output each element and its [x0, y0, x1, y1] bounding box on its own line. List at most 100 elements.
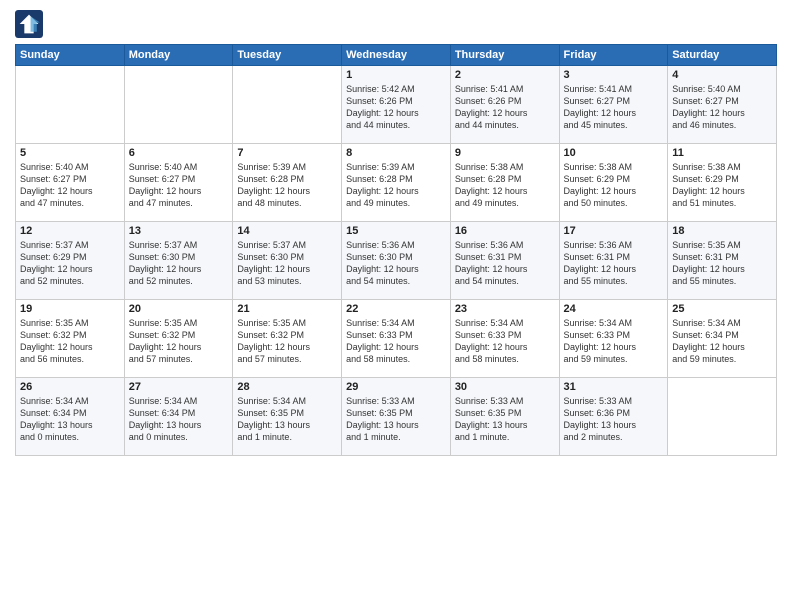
day-number: 6	[129, 147, 229, 159]
calendar-day-cell	[16, 66, 125, 144]
day-info: Sunrise: 5:37 AM Sunset: 6:30 PM Dayligh…	[237, 239, 337, 288]
day-number: 18	[672, 225, 772, 237]
weekday-header-cell: Tuesday	[233, 45, 342, 66]
day-info: Sunrise: 5:38 AM Sunset: 6:29 PM Dayligh…	[564, 161, 664, 210]
day-info: Sunrise: 5:33 AM Sunset: 6:36 PM Dayligh…	[564, 395, 664, 444]
day-info: Sunrise: 5:37 AM Sunset: 6:30 PM Dayligh…	[129, 239, 229, 288]
day-number: 26	[20, 381, 120, 393]
calendar-day-cell: 6 Sunrise: 5:40 AM Sunset: 6:27 PM Daylig…	[124, 144, 233, 222]
day-number: 30	[455, 381, 555, 393]
day-info: Sunrise: 5:34 AM Sunset: 6:33 PM Dayligh…	[346, 317, 446, 366]
calendar-day-cell: 7 Sunrise: 5:39 AM Sunset: 6:28 PM Daylig…	[233, 144, 342, 222]
calendar-day-cell: 5Sunrise: 5:40 AM Sunset: 6:27 PM Daylig…	[16, 144, 125, 222]
calendar-day-cell: 16 Sunrise: 5:36 AM Sunset: 6:31 PM Dayli…	[450, 222, 559, 300]
day-number: 21	[237, 303, 337, 315]
day-info: Sunrise: 5:35 AM Sunset: 6:32 PM Dayligh…	[20, 317, 120, 366]
day-info: Sunrise: 5:34 AM Sunset: 6:34 PM Dayligh…	[672, 317, 772, 366]
calendar-body: 1 Sunrise: 5:42 AM Sunset: 6:26 PM Daylig…	[16, 66, 777, 456]
day-number: 15	[346, 225, 446, 237]
calendar-day-cell: 8Sunrise: 5:39 AM Sunset: 6:28 PM Daylig…	[342, 144, 451, 222]
calendar-day-cell: 12 Sunrise: 5:37 AM Sunset: 6:29 PM Dayli…	[16, 222, 125, 300]
day-info: Sunrise: 5:39 AM Sunset: 6:28 PM Dayligh…	[237, 161, 337, 210]
day-number: 17	[564, 225, 664, 237]
day-info: Sunrise: 5:36 AM Sunset: 6:30 PM Dayligh…	[346, 239, 446, 288]
weekday-header-cell: Sunday	[16, 45, 125, 66]
day-info: Sunrise: 5:42 AM Sunset: 6:26 PM Dayligh…	[346, 83, 446, 132]
calendar-day-cell: 19 Sunrise: 5:35 AM Sunset: 6:32 PM Dayli…	[16, 300, 125, 378]
day-info: Sunrise: 5:34 AM Sunset: 6:35 PM Dayligh…	[237, 395, 337, 444]
day-number: 1	[346, 69, 446, 81]
day-info: Sunrise: 5:37 AM Sunset: 6:29 PM Dayligh…	[20, 239, 120, 288]
calendar-day-cell: 24 Sunrise: 5:34 AM Sunset: 6:33 PM Dayli…	[559, 300, 668, 378]
day-info: Sunrise: 5:34 AM Sunset: 6:34 PM Dayligh…	[20, 395, 120, 444]
logo	[15, 10, 47, 38]
day-number: 7	[237, 147, 337, 159]
calendar-day-cell: 18 Sunrise: 5:35 AM Sunset: 6:31 PM Dayli…	[668, 222, 777, 300]
calendar-day-cell: 1 Sunrise: 5:42 AM Sunset: 6:26 PM Daylig…	[342, 66, 451, 144]
calendar-day-cell: 21 Sunrise: 5:35 AM Sunset: 6:32 PM Dayli…	[233, 300, 342, 378]
calendar-day-cell: 23 Sunrise: 5:34 AM Sunset: 6:33 PM Dayli…	[450, 300, 559, 378]
calendar-day-cell: 10 Sunrise: 5:38 AM Sunset: 6:29 PM Dayli…	[559, 144, 668, 222]
calendar-day-cell: 4 Sunrise: 5:40 AM Sunset: 6:27 PM Daylig…	[668, 66, 777, 144]
day-number: 19	[20, 303, 120, 315]
header	[15, 10, 777, 38]
calendar-day-cell: 14Sunrise: 5:37 AM Sunset: 6:30 PM Dayli…	[233, 222, 342, 300]
calendar-day-cell: 9 Sunrise: 5:38 AM Sunset: 6:28 PM Daylig…	[450, 144, 559, 222]
weekday-header-cell: Saturday	[668, 45, 777, 66]
day-info: Sunrise: 5:34 AM Sunset: 6:33 PM Dayligh…	[455, 317, 555, 366]
day-number: 29	[346, 381, 446, 393]
day-number: 27	[129, 381, 229, 393]
calendar-day-cell: 26 Sunrise: 5:34 AM Sunset: 6:34 PM Dayli…	[16, 378, 125, 456]
calendar-page: SundayMondayTuesdayWednesdayThursdayFrid…	[0, 0, 792, 612]
day-info: Sunrise: 5:34 AM Sunset: 6:33 PM Dayligh…	[564, 317, 664, 366]
calendar-day-cell: 3 Sunrise: 5:41 AM Sunset: 6:27 PM Daylig…	[559, 66, 668, 144]
day-number: 4	[672, 69, 772, 81]
day-info: Sunrise: 5:40 AM Sunset: 6:27 PM Dayligh…	[129, 161, 229, 210]
calendar-day-cell: 20Sunrise: 5:35 AM Sunset: 6:32 PM Dayli…	[124, 300, 233, 378]
day-number: 9	[455, 147, 555, 159]
day-info: Sunrise: 5:36 AM Sunset: 6:31 PM Dayligh…	[455, 239, 555, 288]
calendar-week-row: 12 Sunrise: 5:37 AM Sunset: 6:29 PM Dayli…	[16, 222, 777, 300]
calendar-day-cell	[124, 66, 233, 144]
day-number: 24	[564, 303, 664, 315]
calendar-day-cell: 27 Sunrise: 5:34 AM Sunset: 6:34 PM Dayli…	[124, 378, 233, 456]
day-info: Sunrise: 5:35 AM Sunset: 6:32 PM Dayligh…	[237, 317, 337, 366]
day-number: 12	[20, 225, 120, 237]
calendar-day-cell: 22Sunrise: 5:34 AM Sunset: 6:33 PM Dayli…	[342, 300, 451, 378]
day-info: Sunrise: 5:40 AM Sunset: 6:27 PM Dayligh…	[20, 161, 120, 210]
calendar-day-cell: 17 Sunrise: 5:36 AM Sunset: 6:31 PM Dayli…	[559, 222, 668, 300]
day-number: 16	[455, 225, 555, 237]
day-info: Sunrise: 5:36 AM Sunset: 6:31 PM Dayligh…	[564, 239, 664, 288]
calendar-table: SundayMondayTuesdayWednesdayThursdayFrid…	[15, 44, 777, 456]
calendar-day-cell	[233, 66, 342, 144]
day-number: 10	[564, 147, 664, 159]
calendar-day-cell: 25 Sunrise: 5:34 AM Sunset: 6:34 PM Dayli…	[668, 300, 777, 378]
day-info: Sunrise: 5:40 AM Sunset: 6:27 PM Dayligh…	[672, 83, 772, 132]
day-info: Sunrise: 5:41 AM Sunset: 6:26 PM Dayligh…	[455, 83, 555, 132]
calendar-day-cell	[668, 378, 777, 456]
day-number: 13	[129, 225, 229, 237]
logo-icon	[15, 10, 43, 38]
day-number: 25	[672, 303, 772, 315]
day-info: Sunrise: 5:41 AM Sunset: 6:27 PM Dayligh…	[564, 83, 664, 132]
weekday-header-row: SundayMondayTuesdayWednesdayThursdayFrid…	[16, 45, 777, 66]
day-info: Sunrise: 5:33 AM Sunset: 6:35 PM Dayligh…	[346, 395, 446, 444]
day-number: 28	[237, 381, 337, 393]
day-number: 11	[672, 147, 772, 159]
day-number: 2	[455, 69, 555, 81]
day-info: Sunrise: 5:33 AM Sunset: 6:35 PM Dayligh…	[455, 395, 555, 444]
day-number: 23	[455, 303, 555, 315]
calendar-day-cell: 15 Sunrise: 5:36 AM Sunset: 6:30 PM Dayli…	[342, 222, 451, 300]
day-info: Sunrise: 5:35 AM Sunset: 6:31 PM Dayligh…	[672, 239, 772, 288]
day-number: 3	[564, 69, 664, 81]
calendar-week-row: 5Sunrise: 5:40 AM Sunset: 6:27 PM Daylig…	[16, 144, 777, 222]
calendar-day-cell: 2 Sunrise: 5:41 AM Sunset: 6:26 PM Daylig…	[450, 66, 559, 144]
day-info: Sunrise: 5:34 AM Sunset: 6:34 PM Dayligh…	[129, 395, 229, 444]
calendar-day-cell: 31Sunrise: 5:33 AM Sunset: 6:36 PM Dayli…	[559, 378, 668, 456]
day-info: Sunrise: 5:38 AM Sunset: 6:28 PM Dayligh…	[455, 161, 555, 210]
weekday-header-cell: Thursday	[450, 45, 559, 66]
day-info: Sunrise: 5:39 AM Sunset: 6:28 PM Dayligh…	[346, 161, 446, 210]
calendar-day-cell: 11Sunrise: 5:38 AM Sunset: 6:29 PM Dayli…	[668, 144, 777, 222]
weekday-header-cell: Wednesday	[342, 45, 451, 66]
calendar-day-cell: 13 Sunrise: 5:37 AM Sunset: 6:30 PM Dayli…	[124, 222, 233, 300]
